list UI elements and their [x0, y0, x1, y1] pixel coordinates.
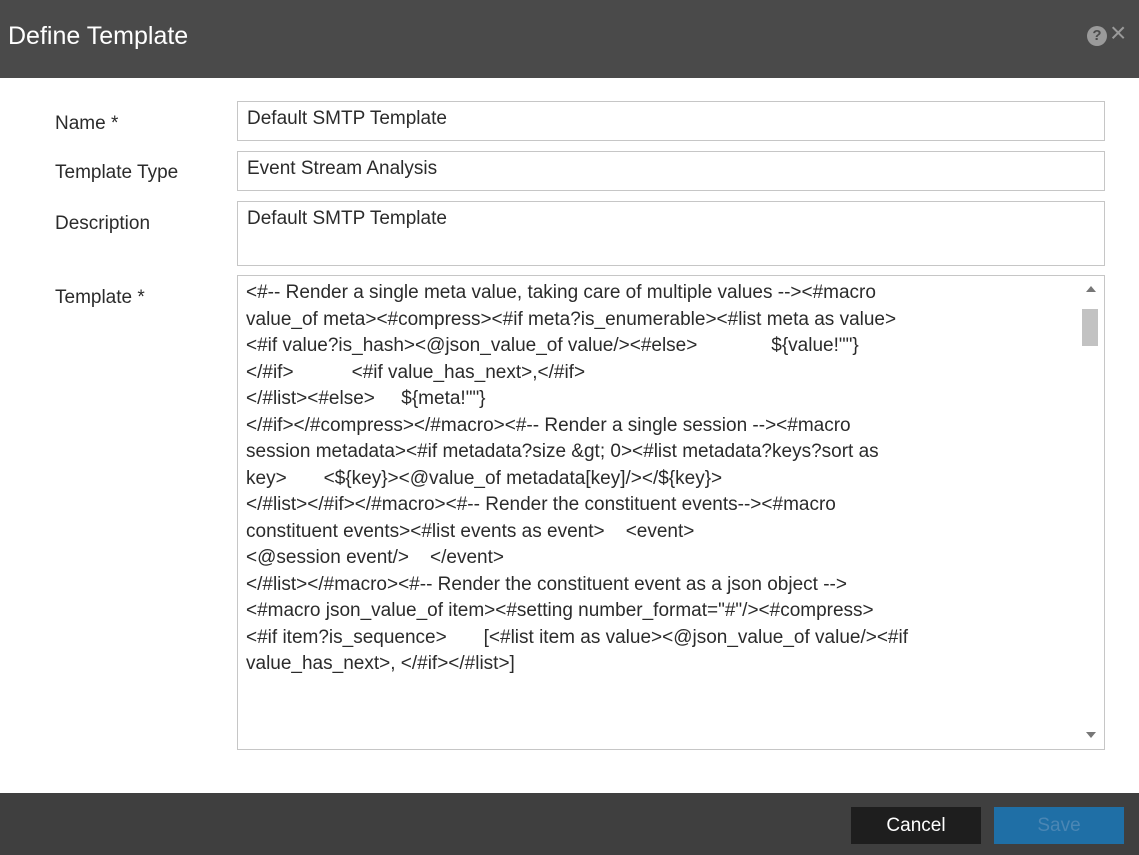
- template-line: </#if> <#if value_has_next>,</#if>: [246, 361, 586, 383]
- template-type-label: Template Type: [55, 162, 179, 183]
- dialog-titlebar: Define Template ? ×: [0, 0, 1139, 78]
- template-line: session metadata><#if metadata?size &gt;…: [246, 441, 879, 462]
- dialog-title: Define Template: [8, 22, 189, 50]
- template-line: </#list></#if></#macro><#-- Render the c…: [246, 494, 836, 515]
- template-line: <#-- Render a single meta value, taking …: [246, 282, 876, 303]
- template-content[interactable]: <#-- Render a single meta value, taking …: [246, 280, 1072, 746]
- template-line: key> <${key}><@value_of metadata[key]/><…: [246, 467, 723, 489]
- template-line: <#if item?is_sequence> [<#list item as v…: [246, 626, 908, 648]
- help-icon[interactable]: ?: [1087, 26, 1107, 46]
- template-line: value_has_next>, </#if></#list>]: [246, 653, 515, 674]
- template-scrollbar[interactable]: [1079, 277, 1103, 748]
- define-template-dialog: Define Template ? × Name * Default SMTP …: [0, 0, 1139, 855]
- description-field[interactable]: Default SMTP Template: [237, 201, 1105, 266]
- scroll-down-arrow-icon[interactable]: [1086, 732, 1096, 738]
- template-line: </#if></#compress></#macro><#-- Render a…: [246, 414, 851, 436]
- dialog-footer: Cancel Save: [0, 793, 1139, 855]
- template-line: value_of meta><#compress><#if meta?is_en…: [246, 308, 897, 330]
- template-line: constituent events><#list events as even…: [246, 520, 695, 542]
- template-textarea[interactable]: <#-- Render a single meta value, taking …: [237, 275, 1105, 750]
- scroll-up-arrow-icon[interactable]: [1086, 286, 1096, 292]
- template-line: <#if value?is_hash><@json_value_of value…: [246, 335, 859, 356]
- name-field[interactable]: Default SMTP Template: [237, 101, 1105, 141]
- description-label: Description: [55, 213, 151, 234]
- scrollbar-thumb[interactable]: [1082, 309, 1098, 346]
- template-type-field[interactable]: Event Stream Analysis: [237, 151, 1105, 191]
- save-button[interactable]: Save: [994, 807, 1124, 844]
- name-label: Name *: [55, 113, 119, 134]
- template-line: </#list></#macro><#-- Render the constit…: [246, 573, 847, 595]
- template-line: <@session event/> </event>: [246, 547, 505, 568]
- close-icon[interactable]: ×: [1110, 18, 1126, 48]
- template-line: <#macro json_value_of item><#setting num…: [246, 600, 874, 621]
- cancel-button[interactable]: Cancel: [851, 807, 981, 844]
- template-line: </#list><#else> ${meta!""}: [246, 388, 486, 409]
- template-label: Template *: [55, 287, 145, 308]
